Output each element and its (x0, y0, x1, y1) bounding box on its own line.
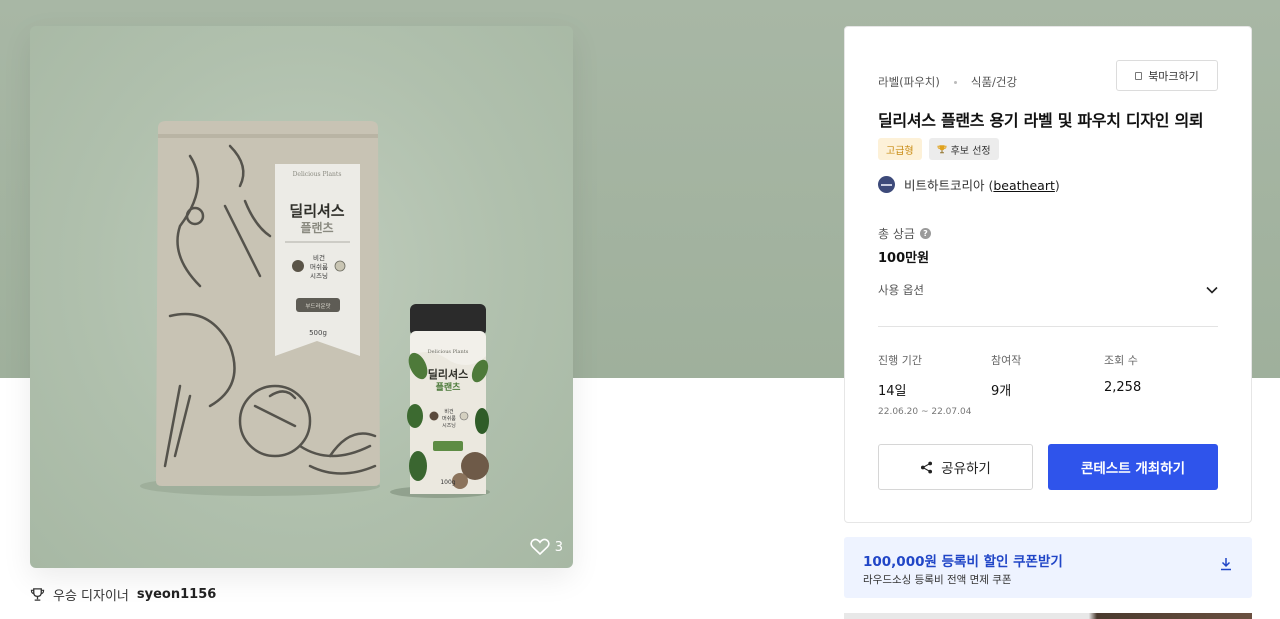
stat-value: 2,258 (1104, 380, 1142, 395)
bookmark-label: 북마크하기 (1148, 69, 1199, 83)
stat-label: 진행 기간 (878, 354, 922, 367)
breadcrumb: 라벨(파우치) 식품/건강 (878, 74, 1017, 90)
winner-designer: 우승 디자이너 syeon1156 (30, 585, 216, 604)
winner-username[interactable]: syeon1156 (137, 587, 216, 602)
coupon-banner[interactable]: 100,000원 등록비 할인 쿠폰받기 라우드소싱 등록비 전액 면제 쿠폰 (844, 537, 1252, 598)
download-icon[interactable] (1220, 557, 1232, 571)
stat-value: 9개 (991, 384, 1012, 399)
share-label: 공유하기 (941, 461, 991, 477)
winner-label: 우승 디자이너 (53, 589, 129, 604)
bag-flavor-line3: 시즈닝 (310, 271, 328, 280)
share-icon (921, 461, 933, 473)
coupon-subtitle: 라우드소싱 등록비 전액 면제 쿠폰 (863, 574, 1012, 586)
contest-stats: 진행 기간 14일 22.06.20 ~ 22.07.04 참여작 9개 조회 … (878, 352, 1218, 417)
candidate-badge-label: 후보 선정 (950, 145, 991, 157)
bookmark-icon (1135, 71, 1143, 80)
stat-date-range: 22.06.20 ~ 22.07.04 (878, 407, 972, 417)
prize-label: 총 상금 ? (878, 225, 931, 242)
trophy-icon (30, 588, 45, 601)
bottle-name-line2: 플랜츠 (436, 381, 462, 393)
bottle-flavor-line3: 시즈닝 (442, 422, 456, 429)
next-section-preview (844, 613, 1252, 619)
bag-flavor-line2: 머쉬룸 (310, 262, 328, 271)
badge-row: 고급형 후보 선정 (878, 138, 999, 160)
contest-title: 딜리셔스 플랜츠 용기 라벨 및 파우치 디자인 의뢰 (878, 111, 1204, 130)
candidate-badge: 후보 선정 (928, 138, 999, 160)
premium-badge-label: 고급형 (886, 145, 914, 157)
host-name: 비트하트코리아 (904, 178, 985, 193)
host-contest-label: 콘테스트 개최하기 (1080, 461, 1186, 477)
host-handle[interactable]: beatheart (993, 178, 1055, 193)
product-mockup-illustration: Delicious Plants 딜리셔스 플랜츠 비건 머쉬룸 시즈닝 부드러… (140, 121, 490, 498)
chevron-down-icon (1206, 286, 1218, 294)
bag-brand-script: Delicious Plants (293, 171, 342, 178)
bag-name-line2: 플랜츠 (300, 220, 333, 235)
help-icon[interactable]: ? (919, 228, 931, 239)
bottle-flavor-line2: 머쉬룸 (442, 415, 456, 422)
stat-entries: 참여작 9개 (991, 352, 1104, 417)
bookmark-button[interactable]: 북마크하기 (1116, 60, 1218, 91)
bag-flavor-line1: 비건 (313, 253, 325, 262)
contest-image[interactable]: Delicious Plants 딜리셔스 플랜츠 비건 머쉬룸 시즈닝 부드러… (30, 26, 573, 568)
heart-icon (530, 538, 550, 556)
share-button[interactable]: 공유하기 (878, 444, 1033, 490)
prize-label-text: 총 상금 (878, 227, 915, 241)
bag-tag: 부드러운맛 (305, 302, 330, 310)
like-count: 3 (554, 539, 563, 555)
options-dropdown[interactable]: 사용 옵션 (878, 279, 1218, 301)
bag-name-line1: 딜리셔스 (289, 202, 344, 220)
stat-period: 진행 기간 14일 22.06.20 ~ 22.07.04 (878, 352, 991, 417)
bag-weight: 500g (309, 329, 327, 337)
breadcrumb-separator (953, 80, 957, 84)
premium-badge: 고급형 (878, 138, 922, 160)
host-contest-button[interactable]: 콘테스트 개최하기 (1048, 444, 1218, 490)
host-logo-icon (878, 176, 895, 193)
stat-label: 조회 수 (1104, 354, 1138, 367)
stat-value: 14일 (878, 384, 907, 399)
stat-label: 참여작 (991, 354, 1022, 367)
prize-value: 100만원 (878, 251, 930, 266)
bottle-brand-script: Delicious Plants (428, 349, 469, 355)
bottle-weight: 100g (440, 479, 455, 486)
like-button[interactable]: 3 (530, 538, 563, 556)
coupon-title: 100,000원 등록비 할인 쿠폰받기 (863, 554, 1063, 570)
options-label: 사용 옵션 (878, 283, 924, 297)
contest-info-panel: 라벨(파우치) 식품/건강 북마크하기 딜리셔스 플랜츠 용기 라벨 및 파우치… (844, 26, 1252, 523)
subcategory-link[interactable]: 식품/건강 (971, 74, 1017, 90)
divider (878, 326, 1218, 327)
stat-views: 조회 수 2,258 (1104, 352, 1217, 417)
bottle-flavor-line1: 비건 (444, 408, 454, 415)
trophy-badge-icon (937, 145, 947, 154)
host-info[interactable]: 비트하트코리아 (beatheart) (878, 175, 1060, 194)
bottle-name-line1: 딜리셔스 (428, 367, 468, 381)
category-link[interactable]: 라벨(파우치) (878, 74, 940, 90)
